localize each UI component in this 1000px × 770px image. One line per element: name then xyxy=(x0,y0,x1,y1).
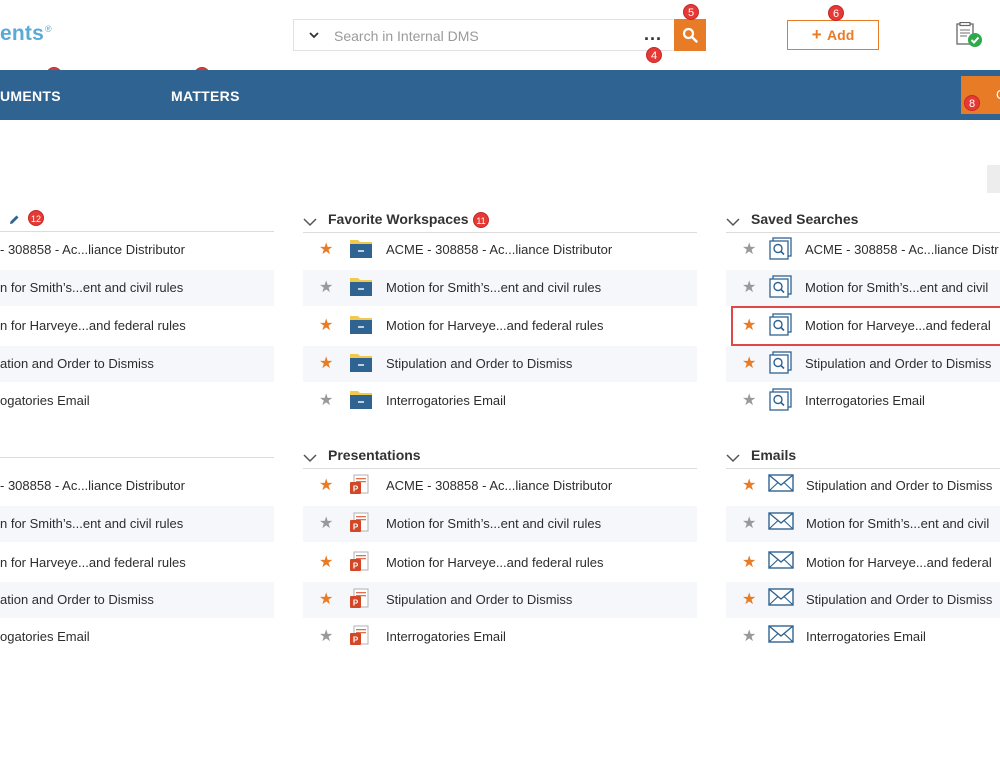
item-label[interactable]: ACME - 308858 - Ac...liance Distributor xyxy=(386,242,612,257)
list-item[interactable]: ★ Stipulation and Order to Dismiss xyxy=(726,468,1000,504)
list-item[interactable]: ★ Motion for Smith’s...ent and civil rul… xyxy=(303,270,697,306)
list-item[interactable]: ★ Interrogatories Email xyxy=(726,619,1000,655)
list-item[interactable]: ★ Motion for Smith’s...ent and civil xyxy=(726,270,1000,306)
chevron-down-icon[interactable] xyxy=(726,450,740,463)
star-icon[interactable]: ★ xyxy=(742,516,756,532)
star-icon[interactable]: ★ xyxy=(319,516,333,532)
star-icon[interactable]: ★ xyxy=(319,393,333,409)
star-icon[interactable]: ★ xyxy=(319,318,333,334)
list-item[interactable]: ★ Interrogatories Email xyxy=(303,383,697,419)
highlight-box xyxy=(731,306,1000,346)
list-item[interactable]: ★ P Motion for Smith’s...ent and civil r… xyxy=(303,506,697,542)
section-title: Favorite Workspaces xyxy=(328,211,469,227)
powerpoint-icon: P xyxy=(349,550,371,579)
callout-badge: 8 xyxy=(964,95,980,111)
list-item[interactable]: ★ Stipulation and Order to Dismiss xyxy=(303,346,697,382)
item-label[interactable]: Motion for Harveye...and federal rules xyxy=(386,555,604,570)
chevron-down-icon[interactable] xyxy=(726,214,740,227)
section-title: Presentations xyxy=(328,447,421,463)
section-title: Emails xyxy=(751,447,797,463)
list-item[interactable]: ★ Stipulation and Order to Dismiss xyxy=(726,582,1000,618)
envelope-icon xyxy=(768,550,794,575)
star-icon[interactable]: ★ xyxy=(319,356,333,372)
envelope-icon xyxy=(768,624,794,649)
section-title: Saved Searches xyxy=(751,211,859,227)
folder-icon xyxy=(349,313,373,340)
svg-text:P: P xyxy=(353,599,359,608)
star-icon[interactable]: ★ xyxy=(319,629,333,645)
saved-search-icon xyxy=(768,275,794,304)
section-header[interactable]: Presentations xyxy=(303,447,697,469)
item-label[interactable]: Interrogatories Email xyxy=(805,393,925,408)
envelope-icon xyxy=(768,473,794,498)
item-label[interactable]: ACME - 308858 - Ac...liance Distributor xyxy=(386,478,612,493)
powerpoint-icon: P xyxy=(349,473,371,502)
item-label[interactable]: Motion for Smith’s...ent and civil rules xyxy=(386,516,601,531)
item-label[interactable]: Motion for Smith’s...ent and civil xyxy=(805,280,988,295)
folder-icon xyxy=(349,351,373,378)
powerpoint-icon: P xyxy=(349,587,371,616)
star-icon[interactable]: ★ xyxy=(742,592,756,608)
powerpoint-icon: P xyxy=(349,624,371,653)
item-label[interactable]: Interrogatories Email xyxy=(806,629,926,644)
powerpoint-icon: P xyxy=(349,511,371,540)
star-icon[interactable]: ★ xyxy=(742,478,756,494)
folder-icon xyxy=(349,275,373,302)
star-icon[interactable]: ★ xyxy=(742,629,756,645)
chevron-down-icon[interactable] xyxy=(303,214,317,227)
star-icon[interactable]: ★ xyxy=(319,280,333,296)
list-item[interactable]: ★ ACME - 308858 - Ac...liance Distr xyxy=(726,232,1000,268)
svg-text:P: P xyxy=(353,636,359,645)
item-label[interactable]: Interrogatories Email xyxy=(386,629,506,644)
list-item[interactable]: ★ P Motion for Harveye...and federal rul… xyxy=(303,545,697,581)
svg-text:P: P xyxy=(353,485,359,494)
item-label[interactable]: Motion for Smith’s...ent and civil xyxy=(806,516,989,531)
list-item[interactable]: ★ Motion for Smith’s...ent and civil xyxy=(726,506,1000,542)
item-label[interactable]: Motion for Harveye...and federal rules xyxy=(386,318,604,333)
star-icon[interactable]: ★ xyxy=(742,356,756,372)
list-item[interactable]: ★ ACME - 308858 - Ac...liance Distributo… xyxy=(303,232,697,268)
item-label[interactable]: Motion for Smith’s...ent and civil rules xyxy=(386,280,601,295)
section-header[interactable]: Saved Searches xyxy=(726,211,1000,233)
list-item[interactable]: ★ Motion for Harveye...and federal rules xyxy=(303,308,697,344)
chevron-down-icon[interactable] xyxy=(303,450,317,463)
item-label[interactable]: Stipulation and Order to Dismiss xyxy=(386,356,572,371)
item-label[interactable]: Stipulation and Order to Dismiss xyxy=(806,478,992,493)
envelope-icon xyxy=(768,587,794,612)
item-label[interactable]: Stipulation and Order to Dismiss xyxy=(805,356,991,371)
folder-icon xyxy=(349,237,373,264)
svg-text:P: P xyxy=(353,523,359,532)
star-icon[interactable]: ★ xyxy=(319,555,333,571)
list-item[interactable]: ★ Motion for Harveye...and federal xyxy=(726,545,1000,581)
saved-search-icon xyxy=(768,388,794,417)
item-label[interactable]: Stipulation and Order to Dismiss xyxy=(806,592,992,607)
star-icon[interactable]: ★ xyxy=(742,280,756,296)
section-header[interactable]: Favorite Workspaces xyxy=(303,211,697,233)
list-item[interactable]: ★ P Stipulation and Order to Dismiss xyxy=(303,582,697,618)
star-icon[interactable]: ★ xyxy=(742,393,756,409)
saved-search-icon xyxy=(768,351,794,380)
item-label[interactable]: Motion for Harveye...and federal xyxy=(806,555,992,570)
saved-search-icon xyxy=(768,237,794,266)
list-item[interactable]: ★ Interrogatories Email xyxy=(726,383,1000,419)
star-icon[interactable]: ★ xyxy=(742,555,756,571)
section-header[interactable]: Emails xyxy=(726,447,1000,469)
star-icon[interactable]: ★ xyxy=(319,242,333,258)
item-label[interactable]: Stipulation and Order to Dismiss xyxy=(386,592,572,607)
item-label[interactable]: ACME - 308858 - Ac...liance Distr xyxy=(805,242,999,257)
item-label[interactable]: Interrogatories Email xyxy=(386,393,506,408)
list-item[interactable]: ★ P Interrogatories Email xyxy=(303,619,697,655)
star-icon[interactable]: ★ xyxy=(319,478,333,494)
content-area: Favorite Workspaces ★ ACME - 308858 - Ac… xyxy=(0,0,1000,770)
star-icon[interactable]: ★ xyxy=(319,592,333,608)
folder-icon xyxy=(349,388,373,415)
svg-text:P: P xyxy=(353,562,359,571)
list-item[interactable]: ★ Stipulation and Order to Dismiss xyxy=(726,346,1000,382)
list-item[interactable]: ★ P ACME - 308858 - Ac...liance Distribu… xyxy=(303,468,697,504)
envelope-icon xyxy=(768,511,794,536)
star-icon[interactable]: ★ xyxy=(742,242,756,258)
